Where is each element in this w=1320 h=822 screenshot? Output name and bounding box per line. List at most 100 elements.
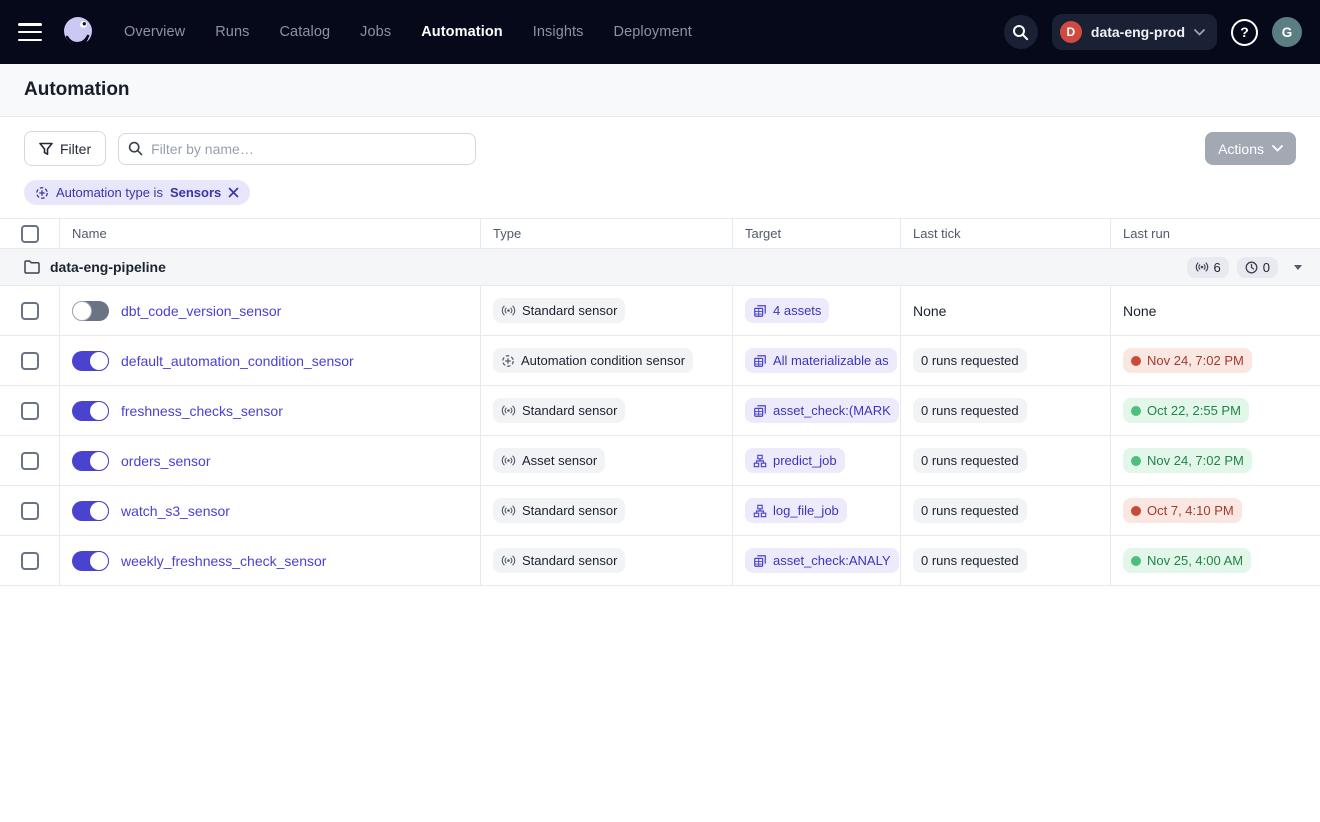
sensor-name-link[interactable]: default_automation_condition_sensor: [121, 353, 354, 369]
type-pill: Asset sensor: [493, 448, 605, 473]
folder-icon: [24, 260, 40, 274]
filter-chip-automation-type[interactable]: Automation type is Sensors: [24, 180, 250, 205]
sensor-icon: [1195, 261, 1209, 273]
status-dot: [1131, 456, 1141, 466]
nav-links: Overview Runs Catalog Jobs Automation Insight…: [124, 24, 692, 40]
sensor-name-link[interactable]: orders_sensor: [121, 453, 211, 469]
status-dot: [1131, 556, 1141, 566]
last-run-pill-success[interactable]: Nov 25, 4:00 AM: [1123, 548, 1251, 573]
target-pill[interactable]: asset_check:(MARK: [745, 398, 899, 423]
nav-item-catalog[interactable]: Catalog: [279, 24, 330, 40]
automation-type-icon: [35, 186, 49, 200]
status-dot: [1131, 506, 1141, 516]
deployment-name: data-eng-prod: [1091, 24, 1185, 40]
nav-item-overview[interactable]: Overview: [124, 24, 185, 40]
actions-button[interactable]: Actions: [1205, 132, 1296, 165]
nav-item-runs[interactable]: Runs: [215, 24, 249, 40]
page-title: Automation: [24, 79, 1296, 101]
last-tick-pill: 0 runs requested: [913, 348, 1027, 373]
asset-icon: [753, 554, 767, 568]
avatar[interactable]: G: [1272, 17, 1302, 47]
chevron-down-icon: [1194, 29, 1205, 36]
sensor-name-link[interactable]: weekly_freshness_check_sensor: [121, 553, 326, 569]
toolbar: Filter Actions: [0, 117, 1320, 178]
select-all-checkbox[interactable]: [21, 225, 39, 243]
asset-icon: [753, 354, 767, 368]
type-pill: Standard sensor: [493, 398, 625, 423]
funnel-icon: [39, 142, 53, 156]
dagster-logo-icon[interactable]: [58, 12, 98, 52]
last-run-pill-success[interactable]: Oct 22, 2:55 PM: [1123, 398, 1249, 423]
row-checkbox[interactable]: [21, 352, 39, 370]
type-pill: Standard sensor: [493, 498, 625, 523]
last-run-pill-failure[interactable]: Oct 7, 4:10 PM: [1123, 498, 1242, 523]
automations-table: Name Type Target Last tick Last run data…: [0, 218, 1320, 586]
target-pill[interactable]: All materializable as: [745, 348, 897, 373]
column-header-target: Target: [733, 219, 901, 248]
table-row: orders_sensor Asset sensor predict_job 0 ru…: [0, 436, 1320, 486]
nav-item-deployment[interactable]: Deployment: [614, 24, 692, 40]
nav-item-automation[interactable]: Automation: [421, 24, 503, 40]
active-filters-row: Automation type is Sensors: [0, 178, 1320, 218]
sensor-toggle[interactable]: [72, 401, 109, 421]
deployment-selector[interactable]: D data-eng-prod: [1052, 14, 1217, 50]
page-header: Automation: [0, 64, 1320, 117]
column-header-last-run: Last run: [1111, 219, 1320, 248]
table-row: freshness_checks_sensor Standard sensor as…: [0, 386, 1320, 436]
column-header-name: Name: [60, 219, 481, 248]
sensor-icon: [501, 454, 516, 467]
sensor-toggle[interactable]: [72, 351, 109, 371]
row-checkbox[interactable]: [21, 452, 39, 470]
last-run-pill-failure[interactable]: Nov 24, 7:02 PM: [1123, 348, 1252, 373]
chevron-down-icon: [1272, 145, 1283, 152]
filter-button[interactable]: Filter: [24, 131, 106, 166]
group-name: data-eng-pipeline: [50, 259, 166, 275]
status-dot: [1131, 406, 1141, 416]
sensor-toggle[interactable]: [72, 451, 109, 471]
row-checkbox[interactable]: [21, 502, 39, 520]
close-icon[interactable]: [228, 187, 239, 198]
group-collapse-caret[interactable]: [1294, 265, 1302, 270]
table-row: weekly_freshness_check_sensor Standard se…: [0, 536, 1320, 586]
target-pill[interactable]: asset_check:ANALY: [745, 548, 899, 573]
sensor-toggle[interactable]: [72, 551, 109, 571]
last-run-value: None: [1123, 303, 1156, 319]
sensor-toggle[interactable]: [72, 501, 109, 521]
job-icon: [753, 504, 767, 518]
search-icon: [128, 141, 143, 156]
status-dot: [1131, 356, 1141, 366]
target-pill[interactable]: log_file_job: [745, 498, 847, 523]
menu-icon[interactable]: [18, 23, 42, 41]
target-pill[interactable]: predict_job: [745, 448, 845, 473]
row-checkbox[interactable]: [21, 402, 39, 420]
asset-icon: [753, 304, 767, 318]
asset-icon: [753, 404, 767, 418]
nav-item-jobs[interactable]: Jobs: [360, 24, 391, 40]
sensor-icon: [501, 554, 516, 567]
last-tick-pill: 0 runs requested: [913, 548, 1027, 573]
table-row: default_automation_condition_sensor Autom…: [0, 336, 1320, 386]
sensor-name-link[interactable]: watch_s3_sensor: [121, 503, 230, 519]
sensor-icon: [501, 304, 516, 317]
last-run-pill-success[interactable]: Nov 24, 7:02 PM: [1123, 448, 1252, 473]
nav-item-insights[interactable]: Insights: [533, 24, 584, 40]
search-icon[interactable]: [1004, 15, 1038, 49]
top-navigation: Overview Runs Catalog Jobs Automation Insight…: [0, 0, 1320, 64]
help-icon[interactable]: ?: [1231, 19, 1258, 46]
last-tick-pill: 0 runs requested: [913, 448, 1027, 473]
table-body: dbt_code_version_sensor Standard sensor 4 …: [0, 286, 1320, 586]
type-pill: Automation condition sensor: [493, 348, 693, 373]
column-header-type: Type: [481, 219, 733, 248]
target-pill[interactable]: 4 assets: [745, 298, 829, 323]
row-checkbox[interactable]: [21, 302, 39, 320]
table-row: watch_s3_sensor Standard sensor log_file_j…: [0, 486, 1320, 536]
sensor-toggle[interactable]: [72, 301, 109, 321]
row-checkbox[interactable]: [21, 552, 39, 570]
group-sensor-count-badge: 6: [1187, 257, 1229, 278]
sensor-name-link[interactable]: freshness_checks_sensor: [121, 403, 283, 419]
group-row[interactable]: data-eng-pipeline 6 0: [0, 249, 1320, 286]
type-pill: Standard sensor: [493, 548, 625, 573]
sensor-name-link[interactable]: dbt_code_version_sensor: [121, 303, 281, 319]
job-icon: [753, 454, 767, 468]
search-input[interactable]: [118, 133, 476, 165]
